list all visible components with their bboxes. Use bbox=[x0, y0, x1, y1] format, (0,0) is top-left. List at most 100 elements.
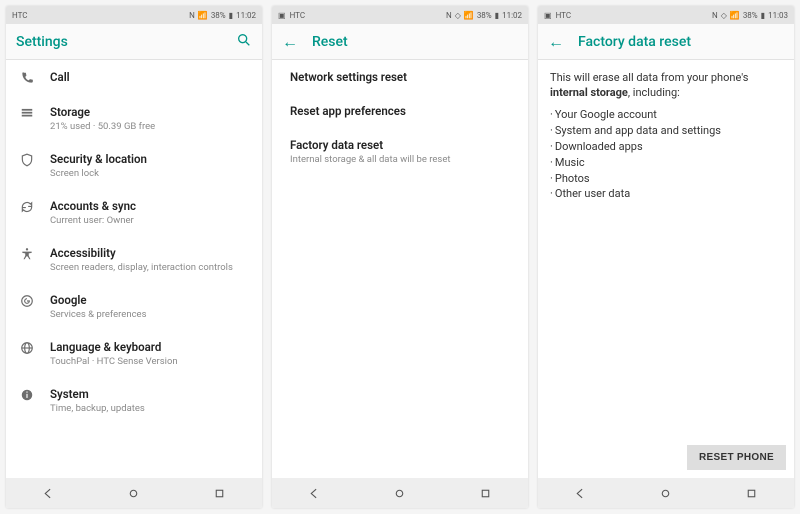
phone-factory-reset: ▣ HTC N ◇ 📶 38% ▮ 11:03 ← Factory data r… bbox=[538, 6, 794, 508]
clock-text: 11:03 bbox=[768, 11, 788, 20]
settings-item-accounts[interactable]: Accounts & sync Current user: Owner bbox=[6, 189, 262, 236]
nav-bar bbox=[6, 478, 262, 508]
google-icon bbox=[18, 293, 36, 308]
appbar: Settings bbox=[6, 24, 262, 60]
page-title: Settings bbox=[16, 34, 68, 50]
signal-icon: 📶 bbox=[464, 11, 474, 20]
reset-item-network[interactable]: Network settings reset bbox=[272, 60, 528, 94]
settings-item-security[interactable]: Security & location Screen lock bbox=[6, 142, 262, 189]
item-label: Network settings reset bbox=[290, 70, 516, 84]
nav-recent-icon[interactable] bbox=[479, 487, 492, 500]
nav-recent-icon[interactable] bbox=[213, 487, 226, 500]
settings-item-system[interactable]: System Time, backup, updates bbox=[6, 377, 262, 424]
reset-item-app-prefs[interactable]: Reset app preferences bbox=[272, 94, 528, 128]
battery-text: 38% bbox=[743, 11, 758, 20]
item-label: Factory data reset bbox=[290, 138, 516, 152]
status-bar: HTC N 📶 38% ▮ 11:02 bbox=[6, 6, 262, 24]
nav-back-icon[interactable] bbox=[308, 487, 321, 500]
item-sub: Services & preferences bbox=[50, 309, 250, 320]
carrier-label: HTC bbox=[12, 11, 27, 20]
item-sub: Time, backup, updates bbox=[50, 403, 250, 414]
item-sub: Current user: Owner bbox=[50, 215, 250, 226]
settings-item-accessibility[interactable]: Accessibility Screen readers, display, in… bbox=[6, 236, 262, 283]
item-sub: TouchPal · HTC Sense Version bbox=[50, 356, 250, 367]
reset-list: Network settings reset Reset app prefere… bbox=[272, 60, 528, 478]
search-icon[interactable] bbox=[236, 32, 252, 52]
clock-text: 11:02 bbox=[236, 11, 256, 20]
phone-icon bbox=[18, 70, 36, 85]
settings-item-google[interactable]: Google Services & preferences bbox=[6, 283, 262, 330]
item-label: Security & location bbox=[50, 152, 250, 166]
reset-item-factory[interactable]: Factory data reset Internal storage & all… bbox=[272, 128, 528, 175]
bullet-list: Your Google account System and app data … bbox=[538, 105, 794, 205]
nav-bar bbox=[272, 478, 528, 508]
intro-text: This will erase all data from your phone… bbox=[538, 60, 794, 105]
nav-home-icon[interactable] bbox=[127, 487, 140, 500]
battery-icon: ▮ bbox=[495, 11, 499, 20]
battery-icon: ▮ bbox=[229, 11, 233, 20]
app-icon: ▣ bbox=[544, 11, 552, 20]
signal-icon: 📶 bbox=[198, 11, 208, 20]
nfc-icon: N bbox=[712, 11, 718, 20]
status-bar: ▣ HTC N ◇ 📶 38% ▮ 11:02 bbox=[272, 6, 528, 24]
settings-item-call[interactable]: Call bbox=[6, 60, 262, 95]
bullet-item: Downloaded apps bbox=[550, 139, 782, 155]
bottom-area: RESET PHONE bbox=[538, 437, 794, 478]
nav-home-icon[interactable] bbox=[393, 487, 406, 500]
appbar: ← Reset bbox=[272, 24, 528, 60]
globe-icon bbox=[18, 340, 36, 355]
sync-icon bbox=[18, 199, 36, 214]
intro-a: This will erase all data from your phone… bbox=[550, 71, 748, 84]
info-icon bbox=[18, 387, 36, 402]
item-sub: Internal storage & all data will be rese… bbox=[290, 154, 516, 165]
item-label: Google bbox=[50, 293, 250, 307]
phone-reset: ▣ HTC N ◇ 📶 38% ▮ 11:02 ← Reset Network … bbox=[272, 6, 528, 508]
page-title: Reset bbox=[312, 34, 348, 50]
nfc-icon: N bbox=[189, 11, 195, 20]
item-sub: 21% used · 50.39 GB free bbox=[50, 121, 250, 132]
item-label: Storage bbox=[50, 105, 250, 119]
vibrate-icon: ◇ bbox=[455, 11, 461, 20]
appbar: ← Factory data reset bbox=[538, 24, 794, 60]
reset-phone-button[interactable]: RESET PHONE bbox=[687, 445, 786, 470]
bullet-item: Music bbox=[550, 155, 782, 171]
settings-item-storage[interactable]: Storage 21% used · 50.39 GB free bbox=[6, 95, 262, 142]
back-arrow-icon[interactable]: ← bbox=[282, 32, 298, 52]
shield-icon bbox=[18, 152, 36, 167]
item-label: Reset app preferences bbox=[290, 104, 516, 118]
intro-c: , including: bbox=[628, 86, 680, 99]
bullet-item: Other user data bbox=[550, 186, 782, 202]
item-sub: Screen readers, display, interaction con… bbox=[50, 262, 250, 273]
item-label: Language & keyboard bbox=[50, 340, 250, 354]
item-sub: Screen lock bbox=[50, 168, 250, 179]
settings-item-language[interactable]: Language & keyboard TouchPal · HTC Sense … bbox=[6, 330, 262, 377]
bullet-item: Photos bbox=[550, 171, 782, 187]
accessibility-icon bbox=[18, 246, 36, 261]
storage-icon bbox=[18, 105, 36, 120]
item-label: Accessibility bbox=[50, 246, 250, 260]
nav-home-icon[interactable] bbox=[659, 487, 672, 500]
status-bar: ▣ HTC N ◇ 📶 38% ▮ 11:03 bbox=[538, 6, 794, 24]
page-title: Factory data reset bbox=[578, 34, 691, 50]
nav-back-icon[interactable] bbox=[42, 487, 55, 500]
battery-text: 38% bbox=[211, 11, 226, 20]
carrier-label: HTC bbox=[556, 11, 571, 20]
item-label: System bbox=[50, 387, 250, 401]
app-icon: ▣ bbox=[278, 11, 286, 20]
nav-bar bbox=[538, 478, 794, 508]
factory-reset-content: This will erase all data from your phone… bbox=[538, 60, 794, 437]
bullet-item: System and app data and settings bbox=[550, 123, 782, 139]
item-label: Call bbox=[50, 70, 250, 84]
intro-b: internal storage bbox=[550, 86, 628, 99]
nav-recent-icon[interactable] bbox=[745, 487, 758, 500]
phone-settings: HTC N 📶 38% ▮ 11:02 Settings Call Storag… bbox=[6, 6, 262, 508]
nfc-icon: N bbox=[446, 11, 452, 20]
back-arrow-icon[interactable]: ← bbox=[548, 32, 564, 52]
item-label: Accounts & sync bbox=[50, 199, 250, 213]
battery-icon: ▮ bbox=[761, 11, 765, 20]
bullet-item: Your Google account bbox=[550, 107, 782, 123]
battery-text: 38% bbox=[477, 11, 492, 20]
nav-back-icon[interactable] bbox=[574, 487, 587, 500]
settings-list: Call Storage 21% used · 50.39 GB free Sec… bbox=[6, 60, 262, 478]
carrier-label: HTC bbox=[290, 11, 305, 20]
